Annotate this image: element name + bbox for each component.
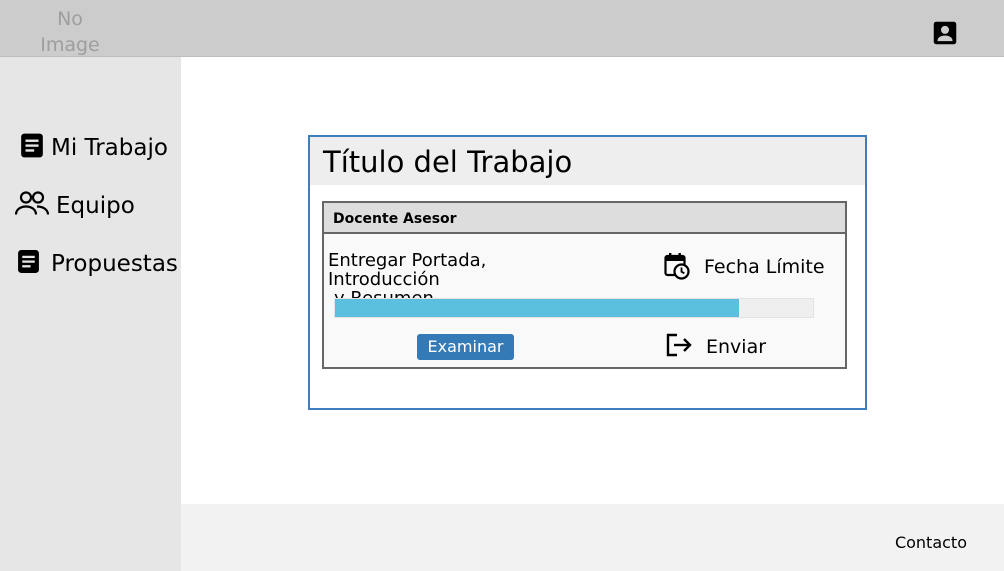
sidebar-item-mi-trabajo[interactable]: Mi Trabajo [0,128,181,168]
calendar-clock-icon [664,252,690,285]
people-icon [14,190,50,223]
work-card: Título del Trabajo Docente Asesor Entreg… [308,135,867,410]
top-bar: No Image [0,0,1004,57]
panel-header-label: Docente Asesor [333,211,457,227]
task-line-1: Entregar Portada, Introducción [328,250,487,290]
contact-link[interactable]: Contacto [895,533,967,552]
sidebar-item-propuestas[interactable]: Propuestas [0,244,181,284]
progress-fill [335,299,739,317]
document-icon [16,249,41,279]
panel-header: Docente Asesor [324,203,845,234]
task-panel: Docente Asesor Entregar Portada, Introdu… [322,201,847,369]
sidebar: Mi Trabajo Equipo Propuestas [0,57,181,571]
logo-placeholder: No Image [30,6,110,58]
sidebar-item-label: Equipo [56,193,135,219]
footer: Contacto [181,504,1004,571]
send-button[interactable]: Enviar [706,336,766,358]
sidebar-item-label: Propuestas [51,251,178,277]
page-title: Título del Trabajo [323,145,573,179]
examine-button[interactable]: Examinar [417,334,514,360]
exit-arrow-icon[interactable] [665,333,693,362]
logo-line-2: Image [40,34,100,56]
document-icon [19,133,45,164]
progress-bar [334,298,814,318]
logo-line-1: No [57,8,83,30]
deadline-label: Fecha Límite [704,256,825,278]
sidebar-item-label: Mi Trabajo [51,135,168,161]
sidebar-item-equipo[interactable]: Equipo [0,186,181,226]
account-box-icon[interactable] [930,18,960,48]
card-header: Título del Trabajo [310,137,865,185]
